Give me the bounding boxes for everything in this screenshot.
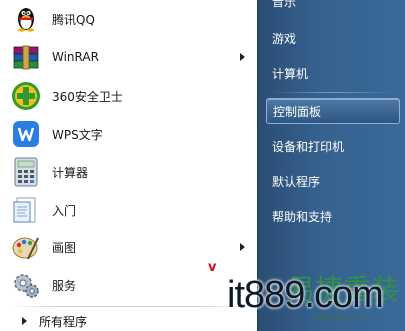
- right-link-label: 音乐: [272, 0, 297, 9]
- program-item-services[interactable]: 服务: [6, 268, 251, 302]
- right-link-help-support[interactable]: 帮助和支持: [266, 203, 400, 229]
- right-links-panel: 音乐 游戏 计算机 控制面板 设备和打印机 默认程序 帮助和支持: [257, 0, 405, 331]
- right-link-computer[interactable]: 计算机: [266, 60, 400, 86]
- program-label: 腾讯QQ: [52, 12, 95, 27]
- program-item-winrar[interactable]: WinRAR: [6, 40, 251, 74]
- program-label: 计算器: [52, 165, 89, 180]
- right-link-label: 计算机: [272, 66, 309, 81]
- program-item-paint[interactable]: 画图: [6, 230, 251, 264]
- program-label: WinRAR: [52, 50, 99, 64]
- program-label: 画图: [52, 240, 77, 255]
- program-item-getting-started[interactable]: 入门: [6, 193, 251, 227]
- program-label: 入门: [52, 203, 77, 218]
- right-link-default-programs[interactable]: 默认程序: [266, 168, 400, 194]
- winrar-books-icon: [10, 41, 42, 73]
- program-label: WPS文字: [52, 127, 103, 142]
- program-item-wps[interactable]: WPS文字: [6, 117, 251, 151]
- program-item-calculator[interactable]: 计算器: [6, 155, 251, 189]
- wps-writer-icon: [10, 118, 42, 150]
- right-link-label: 设备和打印机: [272, 139, 345, 154]
- program-label: 服务: [52, 278, 77, 293]
- arrow-right-icon: [22, 317, 27, 325]
- paint-icon: [10, 231, 42, 263]
- all-programs-button[interactable]: 所有程序: [22, 311, 87, 331]
- getting-started-icon: [10, 194, 42, 226]
- right-link-music[interactable]: 音乐: [266, 0, 400, 14]
- right-link-control-panel[interactable]: 控制面板: [266, 98, 400, 124]
- divider: [8, 306, 248, 307]
- submenu-arrow-icon: [240, 53, 245, 61]
- services-gears-icon: [10, 269, 42, 301]
- right-link-label: 默认程序: [272, 174, 321, 189]
- 360-security-icon: [10, 80, 42, 112]
- right-link-label: 帮助和支持: [272, 209, 333, 224]
- program-label: 360安全卫士: [52, 89, 123, 104]
- all-programs-label: 所有程序: [39, 314, 88, 329]
- right-link-label: 游戏: [272, 31, 297, 46]
- calculator-icon: [10, 156, 42, 188]
- program-item-360[interactable]: 360安全卫士: [6, 79, 251, 113]
- right-link-devices-printers[interactable]: 设备和打印机: [266, 133, 400, 159]
- right-link-games[interactable]: 游戏: [266, 25, 400, 51]
- program-item-qq[interactable]: 腾讯QQ: [6, 2, 251, 36]
- qq-penguin-icon: [10, 3, 42, 35]
- submenu-arrow-icon: [240, 243, 245, 251]
- separator: [270, 92, 396, 93]
- right-link-label: 控制面板: [273, 104, 322, 119]
- program-list-panel: 腾讯QQ WinRAR 360安全卫士 WPS文字 计算器 入门 画图 服务 所…: [0, 0, 257, 331]
